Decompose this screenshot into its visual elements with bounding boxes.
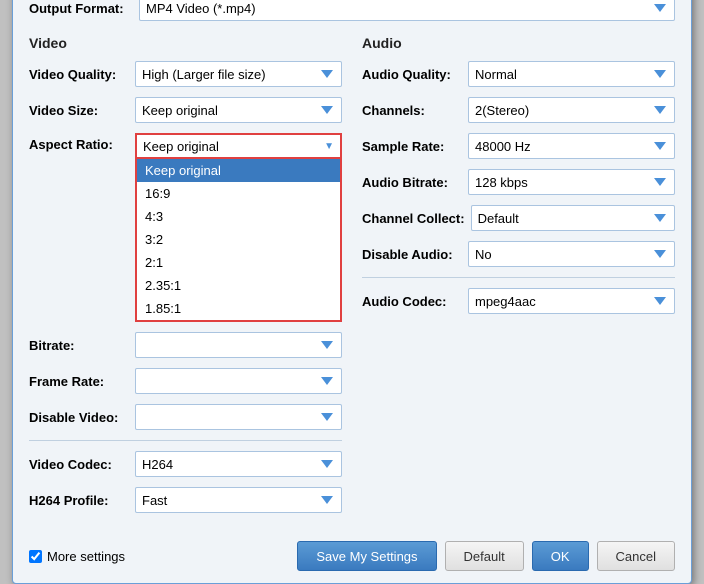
bitrate-select[interactable]: [135, 332, 342, 358]
aspect-ratio-option-235-1[interactable]: 2.35:1: [137, 274, 340, 297]
video-size-select[interactable]: Keep original: [135, 97, 342, 123]
more-settings-checkbox[interactable]: [29, 550, 42, 563]
video-codec-label: Video Codec:: [29, 457, 129, 472]
dialog-body: Output Format: MP4 Video (*.mp4) Video V…: [13, 0, 691, 533]
audio-codec-select[interactable]: mpeg4aac: [468, 288, 675, 314]
channel-collect-label: Channel Collect:: [362, 211, 465, 226]
disable-audio-row: Disable Audio: No: [362, 241, 675, 267]
aspect-ratio-option-3-2[interactable]: 3:2: [137, 228, 340, 251]
bottom-bar: More settings Save My Settings Default O…: [13, 533, 691, 583]
video-divider: [29, 440, 342, 441]
save-settings-button[interactable]: Save My Settings: [297, 541, 436, 571]
aspect-ratio-header[interactable]: Keep original ▼: [135, 133, 342, 159]
aspect-ratio-option-4-3[interactable]: 4:3: [137, 205, 340, 228]
channel-collect-row: Channel Collect: Default: [362, 205, 675, 231]
sample-rate-select[interactable]: 48000 Hz: [468, 133, 675, 159]
h264-profile-label: H264 Profile:: [29, 493, 129, 508]
video-codec-select[interactable]: H264: [135, 451, 342, 477]
audio-quality-label: Audio Quality:: [362, 67, 462, 82]
ok-button[interactable]: OK: [532, 541, 589, 571]
aspect-ratio-option-2-1[interactable]: 2:1: [137, 251, 340, 274]
video-quality-select[interactable]: High (Larger file size): [135, 61, 342, 87]
channels-select[interactable]: 2(Stereo): [468, 97, 675, 123]
audio-divider: [362, 277, 675, 278]
video-size-label: Video Size:: [29, 103, 129, 118]
aspect-ratio-option-16-9[interactable]: 16:9: [137, 182, 340, 205]
output-format-row: Output Format: MP4 Video (*.mp4): [29, 0, 675, 21]
more-settings-label: More settings: [47, 549, 125, 564]
output-settings-dialog: Output Settings ✕ Output Format: MP4 Vid…: [12, 0, 692, 584]
h264-profile-row: H264 Profile: Fast: [29, 487, 342, 513]
sample-rate-row: Sample Rate: 48000 Hz: [362, 133, 675, 159]
video-quality-label: Video Quality:: [29, 67, 129, 82]
audio-bitrate-select[interactable]: 128 kbps: [468, 169, 675, 195]
default-button[interactable]: Default: [445, 541, 524, 571]
audio-quality-row: Audio Quality: Normal: [362, 61, 675, 87]
audio-column: Audio Audio Quality: Normal Channels: 2(…: [362, 35, 675, 523]
aspect-ratio-label: Aspect Ratio:: [29, 133, 129, 152]
aspect-ratio-option-keep[interactable]: Keep original: [137, 159, 340, 182]
channel-collect-select[interactable]: Default: [471, 205, 675, 231]
disable-video-row: Disable Video:: [29, 404, 342, 430]
aspect-ratio-arrow-icon: ▼: [324, 141, 334, 152]
channels-row: Channels: 2(Stereo): [362, 97, 675, 123]
output-format-select[interactable]: MP4 Video (*.mp4): [139, 0, 675, 21]
audio-bitrate-row: Audio Bitrate: 128 kbps: [362, 169, 675, 195]
channels-label: Channels:: [362, 103, 462, 118]
frame-rate-label: Frame Rate:: [29, 374, 129, 389]
disable-video-select[interactable]: [135, 404, 342, 430]
disable-audio-select[interactable]: No: [468, 241, 675, 267]
main-columns: Video Video Quality: High (Larger file s…: [29, 35, 675, 523]
aspect-ratio-value: Keep original: [143, 139, 219, 154]
audio-quality-select[interactable]: Normal: [468, 61, 675, 87]
sample-rate-label: Sample Rate:: [362, 139, 462, 154]
aspect-ratio-dropdown: Keep original 16:9 4:3 3:2 2:1 2.35:1 1.…: [135, 159, 342, 322]
audio-section-title: Audio: [362, 35, 675, 51]
audio-codec-label: Audio Codec:: [362, 294, 462, 309]
more-settings-row: More settings: [29, 549, 125, 564]
audio-codec-row: Audio Codec: mpeg4aac: [362, 288, 675, 314]
disable-video-label: Disable Video:: [29, 410, 129, 425]
bitrate-label: Bitrate:: [29, 338, 129, 353]
video-section-title: Video: [29, 35, 342, 51]
frame-rate-select[interactable]: [135, 368, 342, 394]
output-format-label: Output Format:: [29, 1, 129, 16]
aspect-ratio-combo[interactable]: Keep original ▼ Keep original 16:9 4:3 3…: [135, 133, 342, 322]
h264-profile-select[interactable]: Fast: [135, 487, 342, 513]
audio-bitrate-label: Audio Bitrate:: [362, 175, 462, 190]
video-size-row: Video Size: Keep original: [29, 97, 342, 123]
video-column: Video Video Quality: High (Larger file s…: [29, 35, 342, 523]
cancel-button[interactable]: Cancel: [597, 541, 675, 571]
video-quality-row: Video Quality: High (Larger file size): [29, 61, 342, 87]
disable-audio-label: Disable Audio:: [362, 247, 462, 262]
aspect-ratio-option-185-1[interactable]: 1.85:1: [137, 297, 340, 320]
video-codec-row: Video Codec: H264: [29, 451, 342, 477]
bitrate-row: Bitrate:: [29, 332, 342, 358]
aspect-ratio-row: Aspect Ratio: Keep original ▼ Keep origi…: [29, 133, 342, 322]
frame-rate-row: Frame Rate:: [29, 368, 342, 394]
